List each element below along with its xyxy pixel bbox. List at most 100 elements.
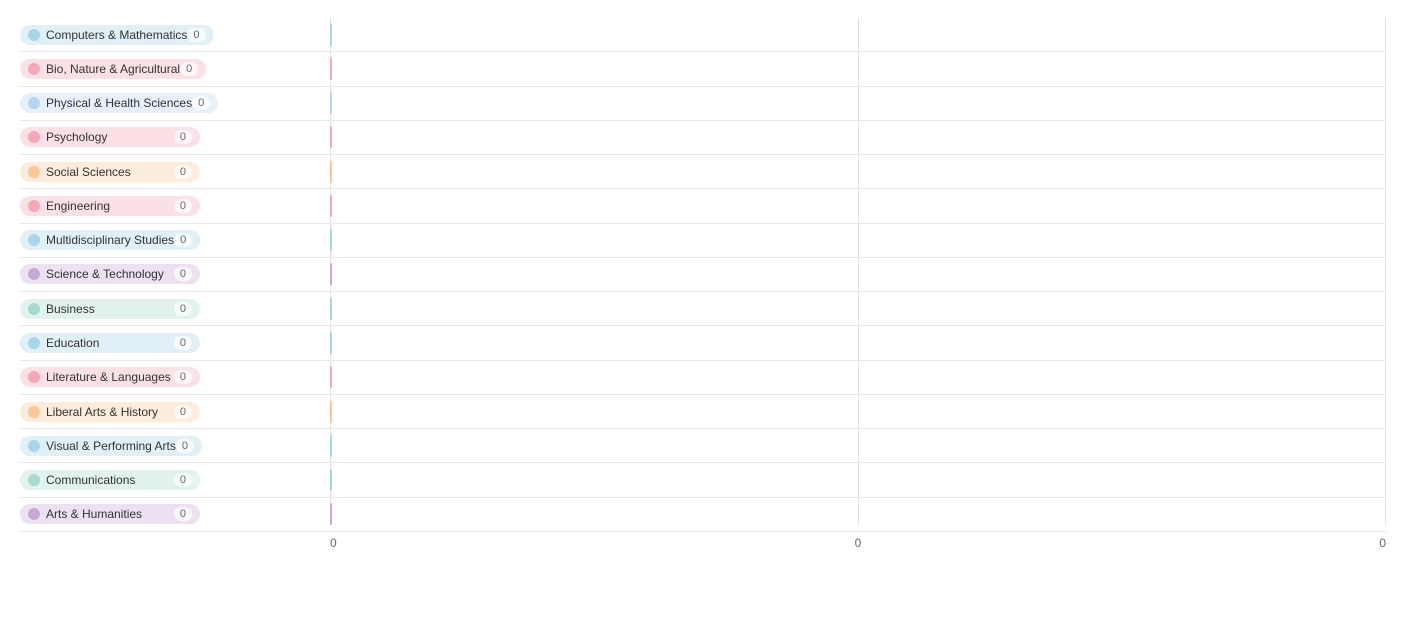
dot-icon xyxy=(28,371,40,383)
dot-icon xyxy=(28,131,40,143)
bar-row: Visual & Performing Arts 0 xyxy=(20,429,1386,463)
bar-row: Computers & Mathematics 0 xyxy=(20,18,1386,52)
bar-label-area: Literature & Languages 0 xyxy=(20,367,330,387)
bar-track xyxy=(330,431,1386,460)
bar-label: Science & Technology xyxy=(46,267,164,281)
bar-value-badge: 0 xyxy=(174,302,192,316)
bar-value-badge: 0 xyxy=(176,439,194,453)
dot-icon xyxy=(28,29,40,41)
bar-label-area: Communications 0 xyxy=(20,470,330,490)
bar-label-area: Liberal Arts & History 0 xyxy=(20,402,330,422)
bar-value-badge: 0 xyxy=(174,267,192,281)
rows-area: Computers & Mathematics 0 Bio, Nature & … xyxy=(20,18,1386,532)
bar-pill: Engineering 0 xyxy=(20,196,200,216)
dot-icon xyxy=(28,63,40,75)
bar-label-area: Computers & Mathematics 0 xyxy=(20,25,330,45)
bar-fill xyxy=(330,503,332,525)
bar-row: Science & Technology 0 xyxy=(20,258,1386,292)
bar-pill: Social Sciences 0 xyxy=(20,162,200,182)
bar-track xyxy=(330,397,1386,426)
bar-fill xyxy=(330,229,332,251)
bar-pill: Visual & Performing Arts 0 xyxy=(20,436,202,456)
bar-pill: Psychology 0 xyxy=(20,127,200,147)
bar-row: Liberal Arts & History 0 xyxy=(20,395,1386,429)
bar-label: Education xyxy=(46,336,99,350)
bar-track xyxy=(330,328,1386,357)
bar-row: Bio, Nature & Agricultural 0 xyxy=(20,52,1386,86)
dot-icon xyxy=(28,508,40,520)
bar-fill xyxy=(330,92,332,114)
bar-pill: Arts & Humanities 0 xyxy=(20,504,200,524)
bar-value-badge: 0 xyxy=(187,28,205,42)
bar-row: Communications 0 xyxy=(20,463,1386,497)
bar-pill: Education 0 xyxy=(20,333,200,353)
x-axis-label: 0 xyxy=(855,536,862,550)
bar-label-area: Physical & Health Sciences 0 xyxy=(20,93,330,113)
chart-area: Computers & Mathematics 0 Bio, Nature & … xyxy=(20,18,1386,550)
dot-icon xyxy=(28,166,40,178)
dot-icon xyxy=(28,406,40,418)
dot-icon xyxy=(28,97,40,109)
dot-icon xyxy=(28,303,40,315)
bar-pill: Business 0 xyxy=(20,299,200,319)
bar-label: Visual & Performing Arts xyxy=(46,439,176,453)
bar-row: Engineering 0 xyxy=(20,189,1386,223)
bar-label-area: Arts & Humanities 0 xyxy=(20,504,330,524)
bar-value-badge: 0 xyxy=(174,473,192,487)
bar-pill: Liberal Arts & History 0 xyxy=(20,402,200,422)
bar-track xyxy=(330,260,1386,289)
bar-label: Communications xyxy=(46,473,135,487)
bar-fill xyxy=(330,298,332,320)
bar-track xyxy=(330,226,1386,255)
bar-fill xyxy=(330,58,332,80)
bar-label-area: Visual & Performing Arts 0 xyxy=(20,436,330,456)
bar-label: Bio, Nature & Agricultural xyxy=(46,62,180,76)
bar-track xyxy=(330,20,1386,49)
dot-icon xyxy=(28,200,40,212)
dot-icon xyxy=(28,234,40,246)
bar-pill: Bio, Nature & Agricultural 0 xyxy=(20,59,206,79)
bar-row: Physical & Health Sciences 0 xyxy=(20,87,1386,121)
bar-label: Physical & Health Sciences xyxy=(46,96,192,110)
bar-value-badge: 0 xyxy=(180,62,198,76)
x-axis-label: 0 xyxy=(330,536,337,550)
bar-label-area: Psychology 0 xyxy=(20,127,330,147)
bar-row: Psychology 0 xyxy=(20,121,1386,155)
chart-container: Computers & Mathematics 0 Bio, Nature & … xyxy=(0,0,1406,632)
bar-fill xyxy=(330,24,332,46)
bar-fill xyxy=(330,366,332,388)
bar-row: Literature & Languages 0 xyxy=(20,361,1386,395)
bar-track xyxy=(330,89,1386,118)
bar-value-badge: 0 xyxy=(174,507,192,521)
bar-pill: Physical & Health Sciences 0 xyxy=(20,93,218,113)
bar-value-badge: 0 xyxy=(192,96,210,110)
bar-track xyxy=(330,191,1386,220)
bar-track xyxy=(330,465,1386,494)
bar-label: Multidisciplinary Studies xyxy=(46,233,174,247)
bar-label-area: Education 0 xyxy=(20,333,330,353)
bar-fill xyxy=(330,332,332,354)
dot-icon xyxy=(28,337,40,349)
bar-value-badge: 0 xyxy=(174,405,192,419)
bar-fill xyxy=(330,401,332,423)
dot-icon xyxy=(28,474,40,486)
bar-label: Engineering xyxy=(46,199,110,213)
bar-row: Social Sciences 0 xyxy=(20,155,1386,189)
bar-track xyxy=(330,363,1386,392)
bar-label: Business xyxy=(46,302,95,316)
bar-pill: Computers & Mathematics 0 xyxy=(20,25,214,45)
bar-label: Arts & Humanities xyxy=(46,507,142,521)
x-axis-label: 0 xyxy=(1379,536,1386,550)
bar-fill xyxy=(330,263,332,285)
bar-fill xyxy=(330,435,332,457)
bar-value-badge: 0 xyxy=(174,370,192,384)
bar-value-badge: 0 xyxy=(174,336,192,350)
bar-label: Psychology xyxy=(46,130,107,144)
x-axis: 0 0 0 xyxy=(20,532,1386,550)
bar-label: Literature & Languages xyxy=(46,370,171,384)
bar-track xyxy=(330,123,1386,152)
bar-fill xyxy=(330,161,332,183)
bar-label-area: Engineering 0 xyxy=(20,196,330,216)
bar-label-area: Social Sciences 0 xyxy=(20,162,330,182)
bar-label-area: Business 0 xyxy=(20,299,330,319)
